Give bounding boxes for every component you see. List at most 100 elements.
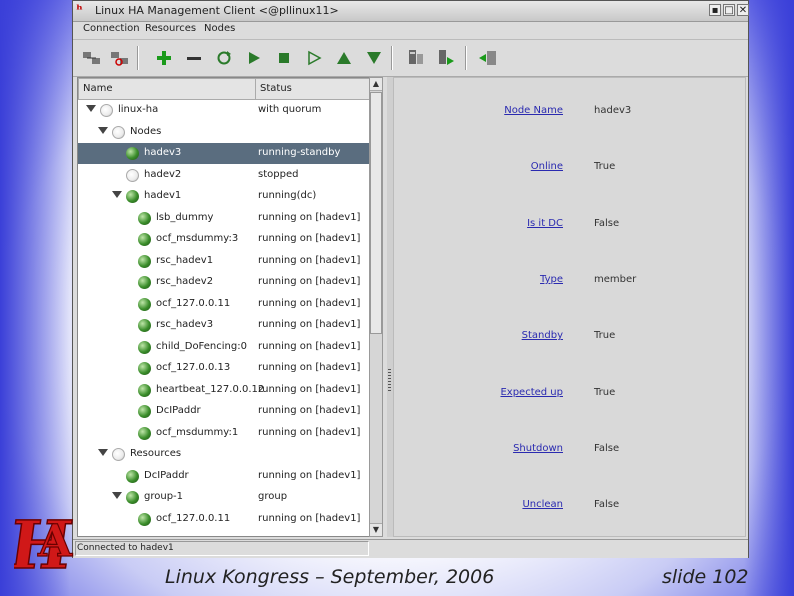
running-status-icon (138, 276, 151, 289)
property-label[interactable]: Unclean (522, 499, 563, 510)
move-up-icon[interactable] (333, 48, 355, 68)
tree-row-name: heartbeat_127.0.0.12 (156, 383, 265, 395)
tree-row-name: child_DoFencing:0 (156, 340, 247, 352)
tree-row-name: hadev1 (144, 190, 182, 201)
minimize-button[interactable]: ▪ (709, 4, 721, 16)
menu-nodes[interactable]: Nodes (204, 23, 235, 34)
start-icon[interactable] (243, 48, 265, 68)
tree-row-status: group (258, 491, 288, 502)
property-label[interactable]: Standby (522, 330, 563, 341)
running-status-icon (126, 469, 139, 483)
running-status-icon (138, 512, 151, 526)
tree-row-name: Resources (130, 448, 182, 459)
tree-row-status: running on [hadev1] (258, 383, 361, 395)
cleanup-icon[interactable] (213, 48, 235, 68)
resource-tree[interactable]: Name Status linux-ha with quorum Nodes hade… (77, 77, 373, 537)
tree-row[interactable]: rsc_hadev2 running on [hadev1] (78, 272, 370, 293)
tree-row[interactable]: child_DoFencing:0 running on [hadev1] (78, 337, 370, 358)
tree-row[interactable]: heartbeat_127.0.0.12 running on [hadev1] (78, 380, 370, 401)
move-down-icon[interactable] (363, 48, 385, 68)
property-label[interactable]: Type (540, 274, 563, 285)
running-status-icon (126, 190, 139, 203)
tree-row[interactable]: Resources (78, 444, 370, 465)
property-label[interactable]: Shutdown (513, 443, 563, 454)
property-label[interactable]: Is it DC (527, 218, 563, 229)
tree-row[interactable]: ocf_msdummy:3 running on [hadev1] (78, 229, 370, 250)
tree-row-name: ocf_127.0.0.11 (156, 297, 231, 309)
tree-row-name: ocf_127.0.0.11 (156, 512, 231, 524)
tree-row-status: with quorum (258, 104, 322, 115)
property-label[interactable]: Online (531, 161, 563, 172)
property-value: False (594, 499, 620, 511)
remove-icon[interactable] (183, 48, 205, 68)
property-label[interactable]: Expected up (500, 387, 563, 398)
tree-row-name: linux-ha (118, 104, 159, 115)
toolbar-separator (137, 46, 139, 70)
tree-row[interactable]: ocf_127.0.0.11 running on [hadev1] (78, 294, 370, 315)
property-label[interactable]: Node Name (504, 105, 563, 116)
tree-row[interactable]: rsc_hadev3 running on [hadev1] (78, 315, 370, 336)
tree-row-status: running on [hadev1] (258, 512, 361, 524)
running-status-icon (138, 211, 151, 225)
connect-icon[interactable] (81, 48, 103, 68)
exit-icon[interactable] (477, 48, 499, 68)
active-icon[interactable] (435, 48, 457, 68)
scroll-down-icon[interactable]: ▼ (370, 523, 382, 536)
column-header-name[interactable]: Name (78, 78, 256, 100)
column-header-status[interactable]: Status (255, 78, 371, 100)
tree-row[interactable]: DcIPaddr running on [hadev1] (78, 401, 370, 422)
tree-row[interactable]: ocf_127.0.0.13 running on [hadev1] (78, 358, 370, 379)
tree-row[interactable]: hadev1 running(dc) (78, 186, 370, 207)
property-value: False (594, 217, 620, 229)
property-value: False (594, 442, 620, 454)
tree-row-status: running on [hadev1] (258, 362, 361, 373)
menu-resources[interactable]: Resources (145, 23, 196, 34)
running-status-icon (126, 147, 139, 160)
scrollbar-thumb[interactable] (370, 92, 382, 334)
app-icon[interactable]: ʰ (76, 3, 90, 18)
scroll-up-icon[interactable]: ▲ (370, 78, 382, 91)
tree-row[interactable]: ocf_msdummy:1 running on [hadev1] (78, 423, 370, 444)
maximize-button[interactable]: □ (723, 4, 735, 16)
expander-icon[interactable] (112, 191, 122, 198)
standby-icon[interactable] (405, 48, 427, 68)
window-title: Linux HA Management Client <@pllinux11> (95, 4, 339, 17)
footer-slide-number: slide 102 (662, 566, 749, 588)
tree-row[interactable]: linux-ha with quorum (78, 100, 370, 121)
expander-icon[interactable] (86, 105, 96, 112)
tree-scrollbar[interactable]: ▲ ▼ (369, 77, 383, 537)
expander-icon[interactable] (98, 126, 108, 134)
expander-icon[interactable] (98, 449, 108, 456)
title-bar[interactable]: ʰ Linux HA Management Client <@pllinux11… (73, 1, 749, 22)
tree-row[interactable]: hadev3 running-standby (78, 143, 370, 164)
disconnect-icon[interactable] (109, 48, 131, 68)
tree-row[interactable]: group-1 group (78, 487, 370, 508)
close-button[interactable]: ✕ (737, 4, 749, 16)
tree-row-name: group-1 (144, 491, 184, 502)
tree-row[interactable]: rsc_hadev1 running on [hadev1] (78, 251, 370, 272)
stop-icon[interactable] (273, 48, 295, 68)
lightbulb-icon (112, 125, 125, 139)
splitter-grip-icon[interactable] (388, 369, 391, 391)
tree-row[interactable]: Nodes (78, 122, 370, 143)
tree-row-name: lsb_dummy (156, 211, 214, 223)
tree-row-status: stopped (258, 168, 299, 180)
property-value: True (594, 386, 616, 398)
expander-icon[interactable] (112, 492, 122, 499)
tree-row-status: running on [hadev1] (258, 469, 361, 481)
menu-connection[interactable]: Connection (83, 23, 140, 34)
tree-row[interactable]: DcIPaddr running on [hadev1] (78, 466, 370, 487)
tree-row-status: running on [hadev1] (258, 319, 361, 330)
tree-row-name: rsc_hadev1 (156, 254, 214, 266)
property-value: True (594, 161, 616, 173)
default-icon[interactable] (303, 48, 325, 68)
property-value: True (594, 330, 616, 342)
slide-background-right (744, 0, 794, 596)
tree-row-status: running on [hadev1] (258, 211, 361, 223)
tree-row[interactable]: lsb_dummy running on [hadev1] (78, 208, 370, 229)
toolbar-separator (465, 46, 467, 70)
add-icon[interactable] (153, 48, 175, 68)
toolbar (73, 40, 748, 77)
tree-row[interactable]: hadev2 stopped (78, 165, 370, 186)
tree-row[interactable]: ocf_127.0.0.11 running on [hadev1] (78, 509, 370, 530)
